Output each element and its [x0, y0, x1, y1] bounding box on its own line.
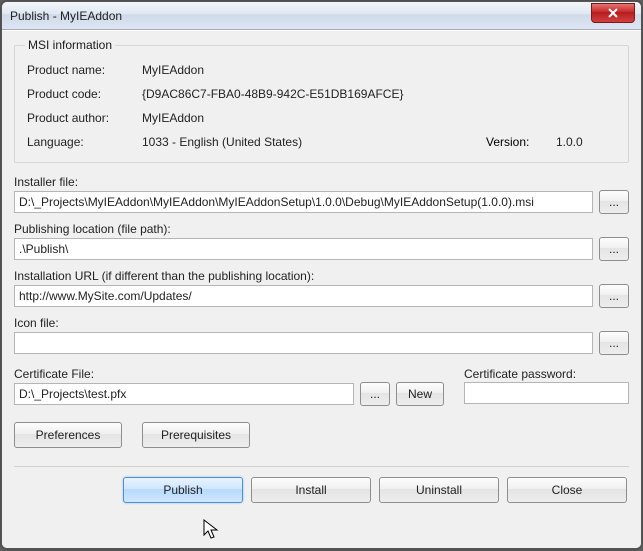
certificate-new-button[interactable]: New: [396, 382, 444, 406]
close-icon[interactable]: [591, 3, 635, 23]
certificate-file-label: Certificate File:: [14, 367, 444, 381]
separator: [14, 466, 629, 467]
row-product-author: Product author: MyIEAddon: [25, 106, 618, 130]
certificate-password-input[interactable]: [464, 382, 629, 404]
certificate-password-label: Certificate password:: [464, 367, 629, 381]
uninstall-button[interactable]: Uninstall: [379, 477, 499, 503]
titlebar[interactable]: Publish - MyIEAddon: [2, 2, 641, 30]
version-label: Version:: [486, 135, 556, 149]
certificate-file-input[interactable]: [14, 383, 354, 405]
product-author-label: Product author:: [27, 111, 142, 125]
preferences-button[interactable]: Preferences: [14, 422, 122, 448]
icon-file-browse-button[interactable]: ...: [599, 331, 629, 355]
publish-dialog: Publish - MyIEAddon MSI information Prod…: [1, 1, 642, 549]
row-language-version: Language: 1033 - English (United States)…: [25, 130, 618, 154]
msi-legend: MSI information: [25, 38, 115, 52]
installer-file-input[interactable]: [14, 191, 593, 213]
window-title: Publish - MyIEAddon: [10, 9, 591, 23]
product-code-label: Product code:: [27, 87, 142, 101]
installer-browse-button[interactable]: ...: [599, 190, 629, 214]
msi-information-group: MSI information Product name: MyIEAddon …: [14, 38, 629, 163]
installation-url-browse-button[interactable]: ...: [599, 284, 629, 308]
version-value: 1.0.0: [556, 135, 616, 149]
product-name-label: Product name:: [27, 63, 142, 77]
installation-url-label: Installation URL (if different than the …: [14, 269, 629, 283]
install-button[interactable]: Install: [251, 477, 371, 503]
publishing-location-label: Publishing location (file path):: [14, 222, 629, 236]
icon-file-input[interactable]: [14, 332, 593, 354]
installation-url-input[interactable]: [14, 285, 593, 307]
prerequisites-button[interactable]: Prerequisites: [142, 422, 250, 448]
dialog-content: MSI information Product name: MyIEAddon …: [2, 30, 641, 548]
installer-file-label: Installer file:: [14, 175, 629, 189]
action-buttons: Publish Install Uninstall Close: [14, 477, 629, 503]
product-author-value: MyIEAddon: [142, 111, 204, 125]
publishing-location-input[interactable]: [14, 238, 593, 260]
icon-file-label: Icon file:: [14, 316, 629, 330]
certificate-browse-button[interactable]: ...: [360, 382, 390, 406]
row-product-name: Product name: MyIEAddon: [25, 58, 618, 82]
language-label: Language:: [27, 135, 142, 149]
product-name-value: MyIEAddon: [142, 63, 204, 77]
language-value: 1033 - English (United States): [142, 135, 302, 149]
product-code-value: {D9AC86C7-FBA0-48B9-942C-E51DB169AFCE}: [142, 87, 403, 101]
row-product-code: Product code: {D9AC86C7-FBA0-48B9-942C-E…: [25, 82, 618, 106]
publish-button[interactable]: Publish: [123, 477, 243, 503]
publishing-browse-button[interactable]: ...: [599, 237, 629, 261]
close-button[interactable]: Close: [507, 477, 627, 503]
